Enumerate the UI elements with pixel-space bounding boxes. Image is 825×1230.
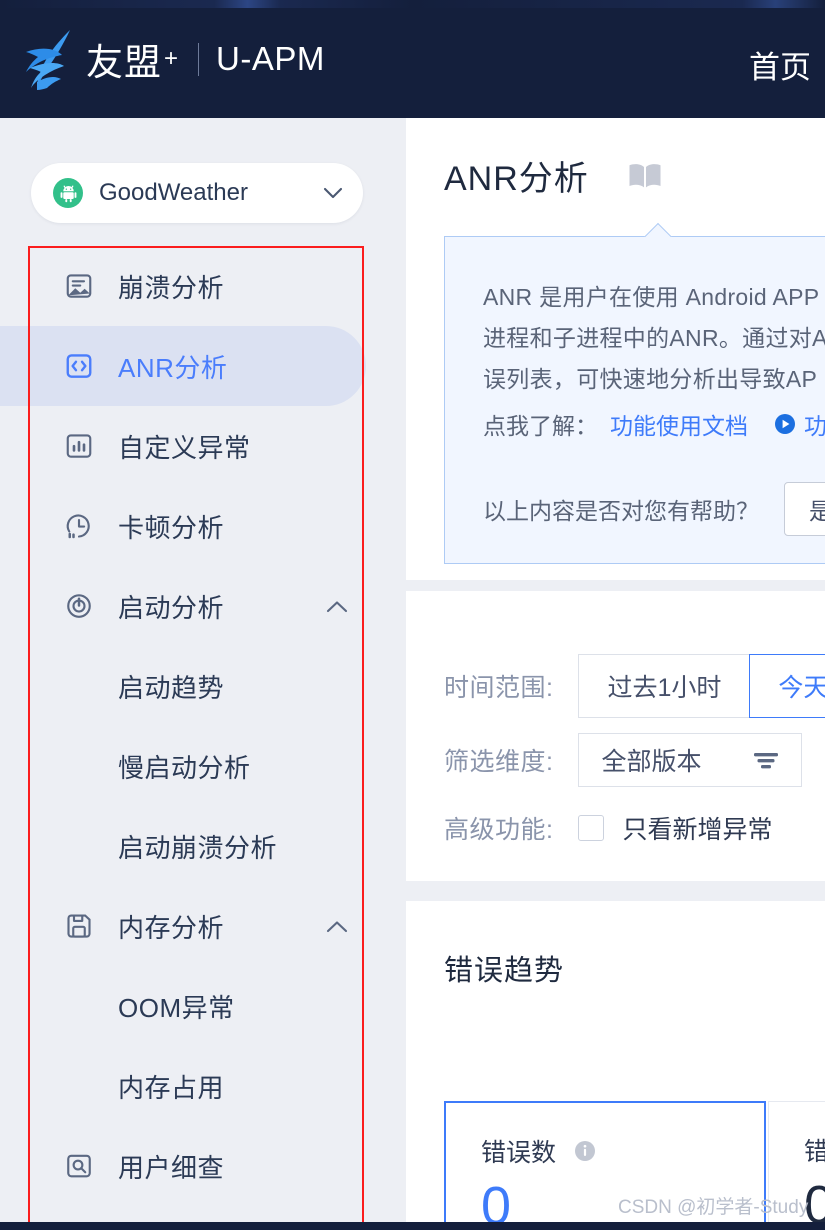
code-brackets-icon (63, 350, 95, 382)
info-circle-icon[interactable] (574, 1140, 596, 1162)
feedback-row: 以上内容是否对您有帮助？ 是 (483, 482, 825, 536)
app-switcher-dropdown[interactable]: GoodWeather (31, 163, 363, 223)
callout-pointer (644, 222, 672, 237)
sidebar-item-label: 卡顿分析 (118, 512, 225, 543)
android-robot-icon (53, 178, 83, 208)
sidebar-subitem-label: 慢启动分析 (118, 752, 251, 783)
error-trend-title: 错误趋势 (444, 955, 565, 987)
new-exception-only-label: 只看新增异常 (622, 816, 773, 844)
feedback-question: 以上内容是否对您有帮助？ (483, 498, 759, 524)
time-range-row: 时间范围: 过去1小时 今天 (444, 654, 825, 718)
info-callout-panel: ANR 是用户在使用 Android APP 进程和子进程中的ANR。通过对A … (444, 236, 825, 564)
stat-card-label: 错 (804, 1138, 825, 1166)
time-range-label: 时间范围: (444, 674, 554, 702)
chevron-down-icon (323, 187, 343, 199)
sidebar-subitem-label: OOM异常 (118, 992, 235, 1023)
stat-card-label: 错误数 (481, 1139, 557, 1167)
user-inspect-icon (63, 1150, 95, 1182)
brand-product-name: U-APM (216, 40, 325, 77)
bottom-edge-bar (0, 1222, 825, 1230)
brand-divider (198, 42, 200, 76)
sidebar-subitem-label: 启动崩溃分析 (118, 832, 278, 863)
top-header-bar: 友盟 + U-APM 首页 (0, 0, 825, 118)
sidebar-item-label: 启动分析 (118, 592, 225, 623)
brand-name-cn: 友盟 (86, 42, 162, 83)
sidebar-group-launch-analysis[interactable]: 启动分析 (0, 566, 406, 646)
power-icon (63, 590, 95, 622)
sidebar-item-label: 用户细查 (118, 1152, 225, 1183)
filter-icon[interactable] (753, 750, 779, 770)
sidebar-subitem-slow-launch[interactable]: 慢启动分析 (0, 726, 406, 806)
sidebar: GoodWeather 崩溃分析 ANR分析 自定义异常 卡顿分析 启动分析 启… (0, 118, 406, 1230)
sidebar-item-crash-analysis[interactable]: 崩溃分析 (0, 246, 406, 326)
nav-item-home[interactable]: 首页 (749, 42, 811, 87)
new-exception-only-checkbox[interactable] (578, 815, 605, 841)
feedback-yes-button[interactable]: 是 (784, 482, 825, 536)
sidebar-subitem-launch-crash[interactable]: 启动崩溃分析 (0, 806, 406, 886)
play-circle-icon[interactable] (774, 413, 796, 435)
sidebar-subitem-label: 启动趋势 (118, 672, 225, 703)
page-title: ANR分析 (444, 160, 589, 198)
callout-links-prefix: 点我了解： (483, 413, 598, 439)
advanced-row: 高级功能: 只看新增异常 (444, 810, 772, 846)
page-header-panel: ANR分析 ANR 是用户在使用 Android APP 进程和子进程中的ANR… (406, 118, 825, 580)
app-switcher-label: GoodWeather (99, 179, 248, 206)
callout-description: ANR 是用户在使用 Android APP 进程和子进程中的ANR。通过对A … (483, 284, 825, 392)
clock-lag-icon (63, 510, 95, 542)
floppy-disk-icon (63, 910, 95, 942)
sidebar-subitem-launch-trend[interactable]: 启动趋势 (0, 646, 406, 726)
header-decoration (0, 0, 825, 8)
sidebar-item-label: 内存分析 (118, 912, 225, 943)
error-trend-panel: 错误趋势 错误数 0 错 0 (406, 901, 825, 1230)
stat-card-error-count[interactable]: 错误数 0 (444, 1101, 766, 1230)
swift-bird-logo-icon (26, 30, 70, 90)
brand-plus-sign: + (164, 45, 179, 72)
sidebar-item-label: 崩溃分析 (118, 272, 225, 303)
sidebar-subitem-label: 内存占用 (118, 1072, 225, 1103)
callout-links-row: 点我了解： 功能使用文档 功 (483, 407, 825, 441)
book-icon[interactable] (627, 162, 663, 190)
bar-chart-icon (63, 430, 95, 462)
sidebar-item-label: 自定义异常 (118, 432, 251, 463)
filter-panel: 时间范围: 过去1小时 今天 筛选维度: 全部版本 高级功能: 只看新增异常 (406, 591, 825, 881)
link-feature-doc[interactable]: 功能使用文档 (610, 407, 748, 441)
chevron-up-icon[interactable] (326, 600, 348, 613)
sidebar-subitem-oom-exception[interactable]: OOM异常 (0, 966, 406, 1046)
sidebar-item-anr-analysis[interactable]: ANR分析 (0, 326, 366, 406)
advanced-label: 高级功能: (444, 816, 554, 844)
sidebar-item-user-inspect[interactable]: 用户细查 (0, 1126, 406, 1206)
sidebar-item-lag-analysis[interactable]: 卡顿分析 (0, 486, 406, 566)
dimension-label: 筛选维度: (444, 748, 554, 776)
stat-card-error-rate[interactable]: 错 0 (768, 1101, 825, 1230)
dimension-row: 筛选维度: 全部版本 (444, 733, 803, 787)
time-range-option-past-hour[interactable]: 过去1小时 (578, 654, 751, 718)
link-feature-video[interactable]: 功 (804, 407, 825, 441)
sidebar-group-memory-analysis[interactable]: 内存分析 (0, 886, 406, 966)
crash-report-icon (63, 270, 95, 302)
dimension-select-value: 全部版本 (601, 748, 702, 776)
stat-card-label-row: 错误数 (481, 1133, 596, 1169)
sidebar-item-custom-exception[interactable]: 自定义异常 (0, 406, 406, 486)
sidebar-item-label: ANR分析 (118, 352, 228, 383)
chevron-up-icon[interactable] (326, 920, 348, 933)
stat-card-label-row: 错 (804, 1132, 825, 1168)
sidebar-subitem-memory-usage[interactable]: 内存占用 (0, 1046, 406, 1126)
main-content: ANR分析 ANR 是用户在使用 Android APP 进程和子进程中的ANR… (406, 118, 825, 1230)
time-range-option-today[interactable]: 今天 (749, 654, 825, 718)
dimension-select[interactable]: 全部版本 (578, 733, 803, 787)
brand-logo-group[interactable]: 友盟 + U-APM (24, 26, 325, 92)
sidebar-menu: 崩溃分析 ANR分析 自定义异常 卡顿分析 启动分析 启动趋势 慢启动分析 启动… (0, 246, 406, 1206)
